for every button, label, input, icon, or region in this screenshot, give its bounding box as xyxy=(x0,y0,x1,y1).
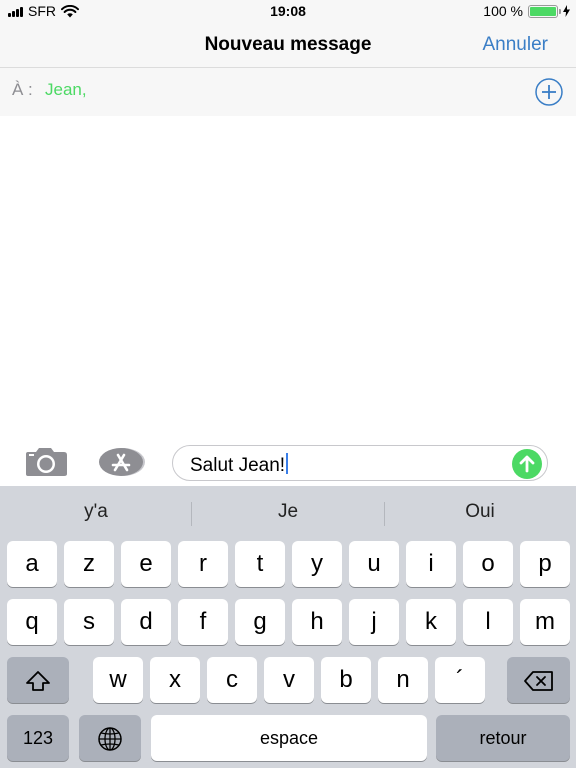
backspace-icon xyxy=(523,670,553,691)
charging-icon xyxy=(563,5,570,17)
key[interactable]: i xyxy=(406,541,456,587)
backspace-key[interactable] xyxy=(507,657,570,703)
battery-icon xyxy=(528,4,561,18)
globe-icon xyxy=(98,726,122,751)
camera-icon[interactable] xyxy=(23,447,69,477)
text-cursor xyxy=(286,453,289,474)
numbers-key[interactable]: 123 xyxy=(7,715,69,761)
key[interactable]: ´ xyxy=(435,657,485,703)
battery-percent: 100 % xyxy=(483,3,523,19)
key[interactable]: d xyxy=(121,599,171,645)
key[interactable]: x xyxy=(150,657,200,703)
arrow-up-icon xyxy=(519,455,535,473)
shift-icon xyxy=(26,670,50,691)
key[interactable]: s xyxy=(64,599,114,645)
battery-level xyxy=(530,6,556,16)
key[interactable]: y xyxy=(292,541,342,587)
return-key[interactable]: retour xyxy=(436,715,570,761)
key[interactable]: n xyxy=(378,657,428,703)
send-button[interactable] xyxy=(512,449,542,479)
keyboard: y'a Je Oui a z e r t y u i o p q s d f g… xyxy=(0,486,576,768)
key[interactable]: k xyxy=(406,599,456,645)
space-key[interactable]: espace xyxy=(151,715,427,761)
key[interactable]: w xyxy=(93,657,143,703)
key[interactable]: j xyxy=(349,599,399,645)
key[interactable]: p xyxy=(520,541,570,587)
key[interactable]: u xyxy=(349,541,399,587)
predictive-bar: y'a Je Oui xyxy=(0,486,576,538)
key[interactable]: l xyxy=(463,599,513,645)
suggestion[interactable]: y'a xyxy=(0,501,192,523)
key[interactable]: b xyxy=(321,657,371,703)
suggestion[interactable]: Je xyxy=(192,501,384,523)
cancel-button[interactable]: Annuler xyxy=(483,34,549,56)
key[interactable]: q xyxy=(7,599,57,645)
key[interactable]: a xyxy=(7,541,57,587)
recipient-label: À : xyxy=(12,80,33,99)
shift-key[interactable] xyxy=(7,657,69,703)
message-input[interactable]: Salut Jean! xyxy=(172,445,548,481)
key[interactable]: f xyxy=(178,599,228,645)
key[interactable]: h xyxy=(292,599,342,645)
recipient-chip[interactable]: Jean, xyxy=(45,80,87,100)
app-store-icon[interactable] xyxy=(97,446,147,478)
globe-key[interactable] xyxy=(79,715,141,761)
key[interactable]: g xyxy=(235,599,285,645)
recipient-field[interactable]: À : Jean, xyxy=(0,68,576,116)
key[interactable]: m xyxy=(520,599,570,645)
status-bar: SFR 19:08 100 % xyxy=(0,0,576,22)
key[interactable]: c xyxy=(207,657,257,703)
add-contact-button[interactable] xyxy=(533,78,565,106)
key[interactable]: z xyxy=(64,541,114,587)
suggestion[interactable]: Oui xyxy=(384,501,576,523)
key[interactable]: e xyxy=(121,541,171,587)
key[interactable]: t xyxy=(235,541,285,587)
key[interactable]: o xyxy=(463,541,513,587)
message-text: Salut Jean! xyxy=(190,455,286,476)
key[interactable]: r xyxy=(178,541,228,587)
nav-bar: Nouveau message Annuler xyxy=(0,22,576,68)
key[interactable]: v xyxy=(264,657,314,703)
compose-bar: Salut Jean! xyxy=(0,436,576,486)
